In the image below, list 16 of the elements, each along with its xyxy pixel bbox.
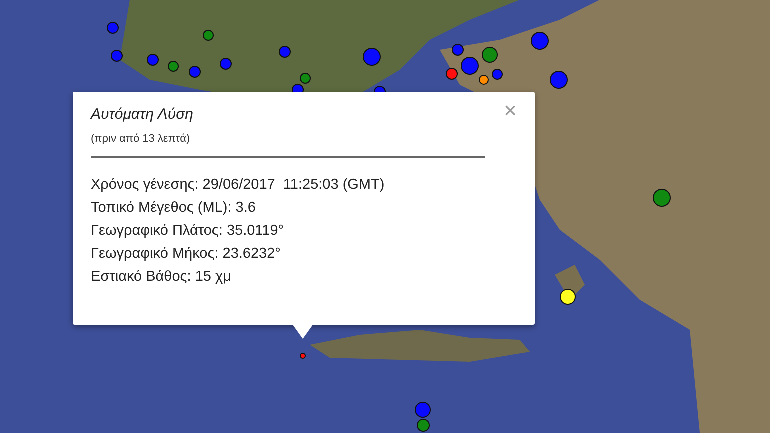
earthquake-marker[interactable] [111, 50, 123, 62]
earthquake-marker[interactable] [107, 22, 119, 34]
earthquake-marker[interactable] [416, 418, 430, 432]
popup-title: Αυτόματη Λύση [91, 106, 194, 123]
detail-line: Γεωγραφικό Πλάτος: 35.0119° [91, 222, 284, 241]
close-button[interactable]: × [500, 100, 521, 122]
detail-line: Τοπικό Μέγεθος (ML): 3.6 [91, 199, 256, 218]
detail-line: Χρόνος γένεσης: 29/06/2017 11:25:03 (GMT) [91, 176, 385, 195]
earthquake-marker[interactable] [446, 68, 458, 80]
earthquake-marker[interactable] [560, 289, 576, 305]
earthquake-marker[interactable] [300, 353, 306, 359]
earthquake-marker[interactable] [452, 44, 464, 56]
detail-line: Εστιακό Βάθος: 15 χμ [91, 268, 232, 287]
earthquake-marker[interactable] [415, 402, 431, 418]
elapsed-time: (πριν από 13 λεπτά) [91, 133, 190, 145]
detail-line: Γεωγραφικό Μήκος: 23.6232° [91, 245, 281, 264]
